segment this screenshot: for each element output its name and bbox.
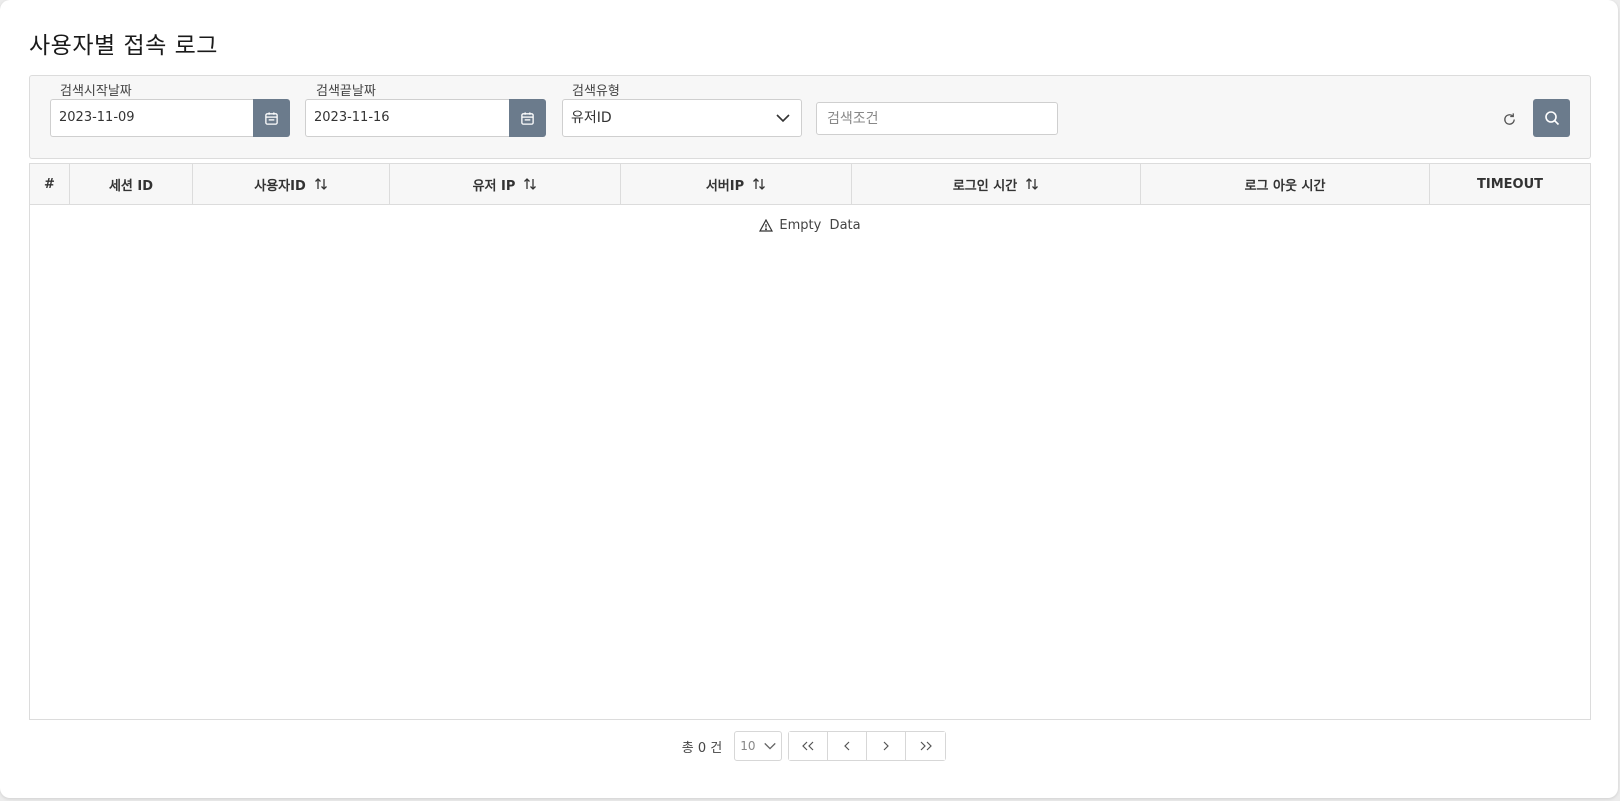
search-condition-input[interactable] [816,102,1058,135]
next-page-button[interactable] [867,732,907,760]
search-type-select[interactable]: 유저ID [562,99,802,137]
start-date-calendar-button[interactable] [253,99,290,137]
column-header-server-ip[interactable]: 서버IP [621,164,852,204]
empty-data-text: Empty Data [779,217,861,233]
end-date-calendar-button[interactable] [509,99,546,137]
main-card: 사용자별 접속 로그 검색시작날짜 2023-11-09 검색끝날짜 2023-… [0,0,1618,798]
page-title: 사용자별 접속 로그 [29,33,218,59]
last-page-button[interactable] [906,732,946,760]
chevron-down-icon [764,742,776,750]
end-date-group: 2023-11-16 [305,99,546,137]
log-table: # 세션 ID 사용자ID 유저 IP 서버IP 로그인 시간 로그 아웃 시간… [29,163,1591,720]
sort-icon[interactable] [1025,177,1039,191]
empty-data-row: Empty Data [30,205,1590,245]
sort-icon[interactable] [523,177,537,191]
chevron-down-icon [776,114,790,123]
pagination: 총 0 건 10 [0,731,1620,761]
column-header-user-id[interactable]: 사용자ID [193,164,390,204]
start-date-input[interactable]: 2023-11-09 [50,99,253,137]
start-date-group: 2023-11-09 [50,99,290,137]
first-page-button[interactable] [789,732,829,760]
sort-icon[interactable] [314,177,328,191]
search-panel: 검색시작날짜 2023-11-09 검색끝날짜 2023-11-16 검색유형 … [29,75,1591,159]
chevron-left-icon [844,741,850,751]
column-header-session-id: 세션 ID [70,164,193,204]
column-header-index: # [30,164,70,204]
start-date-label: 검색시작날짜 [60,84,132,99]
prev-page-button[interactable] [828,732,868,760]
refresh-button[interactable] [1496,106,1522,132]
double-chevron-left-icon [802,741,814,751]
end-date-input[interactable]: 2023-11-16 [305,99,509,137]
page-size-value: 10 [740,739,756,753]
sort-icon[interactable] [752,177,766,191]
pager-buttons [788,731,947,761]
calendar-icon [521,111,534,125]
chevron-right-icon [883,741,890,751]
calendar-icon [265,111,278,125]
search-button[interactable] [1533,99,1570,137]
column-header-user-ip[interactable]: 유저 IP [390,164,621,204]
search-type-label: 검색유형 [572,84,620,99]
column-header-timeout: TIMEOUT [1477,176,1543,192]
end-date-label: 검색끝날짜 [316,84,376,99]
double-chevron-right-icon [920,741,932,751]
refresh-icon [1503,112,1515,125]
column-header-login-time[interactable]: 로그인 시간 [852,164,1141,204]
column-header-logout-time: 로그 아웃 시간 [1141,164,1430,204]
table-header: # 세션 ID 사용자ID 유저 IP 서버IP 로그인 시간 로그 아웃 시간… [30,164,1590,205]
search-type-value: 유저ID [571,110,612,126]
search-icon [1544,111,1559,126]
total-count: 총 0 건 [681,740,723,756]
page-size-select[interactable]: 10 [734,731,783,761]
warning-icon [759,218,774,232]
